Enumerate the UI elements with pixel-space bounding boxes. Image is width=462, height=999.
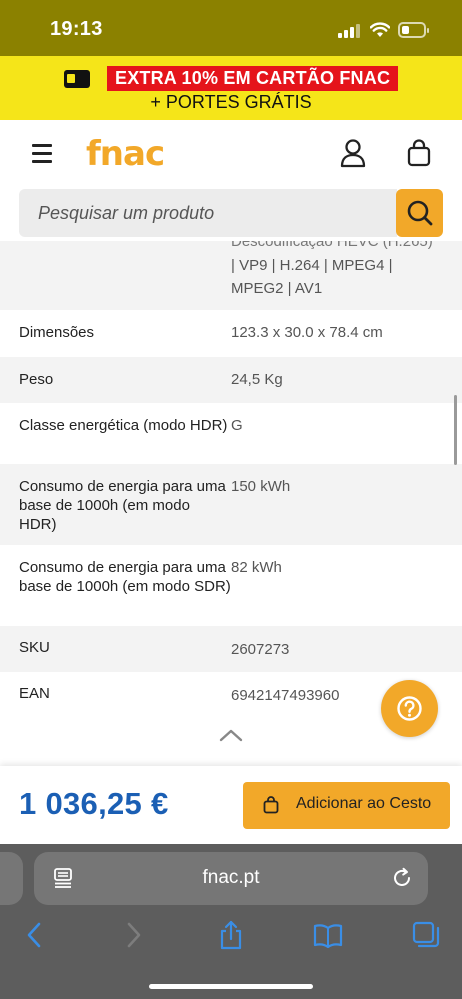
spec-row: SKU 2607273 — [0, 626, 462, 672]
promo-subline: + PORTES GRÁTIS — [150, 92, 312, 112]
spec-row: Consumo de energia para uma base de 1000… — [0, 464, 462, 545]
battery-icon — [398, 22, 429, 38]
spec-row: Consumo de energia para uma base de 1000… — [0, 545, 462, 626]
hamburger-menu-icon[interactable] — [32, 144, 52, 163]
fnac-logo[interactable]: fnac — [86, 136, 182, 172]
spec-label-cut — [130, 241, 230, 244]
spec-row: Descodificação HEVC (H.265) | VP9 | H.26… — [0, 241, 462, 310]
search-bar — [19, 189, 443, 237]
spec-value: G — [231, 417, 243, 434]
status-bar: 19:13 — [0, 0, 462, 56]
spec-label: Consumo de energia para uma base de 1000… — [19, 559, 231, 595]
spec-value: 150 kWh — [231, 478, 291, 495]
spec-label: SKU — [19, 639, 50, 656]
shopping-bag-icon[interactable] — [404, 138, 434, 168]
svg-text:fnac: fnac — [86, 136, 164, 172]
spec-value: | VP9 | H.264 | MPEG4 | MPEG2 | AV1 — [231, 257, 393, 297]
share-icon[interactable] — [216, 920, 246, 950]
spec-label: Consumo de energia para uma base de 1000… — [19, 478, 226, 533]
spec-value: 123.3 x 30.0 x 78.4 cm — [231, 324, 383, 341]
search-input[interactable] — [19, 189, 397, 237]
spec-label: Peso — [19, 371, 54, 388]
search-icon — [407, 200, 433, 226]
fnac-card-icon — [64, 70, 90, 88]
help-button[interactable] — [381, 680, 438, 737]
product-price: 1 036,25 € — [19, 786, 169, 821]
search-button[interactable] — [396, 189, 443, 237]
back-icon[interactable] — [20, 920, 50, 950]
site-header: fnac — [0, 120, 462, 190]
browser-toolbar: fnac.pt — [0, 844, 462, 999]
promo-banner[interactable]: EXTRA 10% EM CARTÃO FNAC + PORTES GRÁTIS — [0, 56, 462, 120]
url-text: fnac.pt — [202, 867, 260, 888]
help-icon — [397, 696, 422, 721]
promo-headline: EXTRA 10% EM CARTÃO FNAC — [107, 66, 399, 91]
page-scrollbar[interactable] — [454, 395, 457, 465]
scroll-to-top-chevron-icon[interactable] — [219, 727, 243, 743]
spec-value-cut: Descodificação HEVC (H.265) — [231, 241, 433, 250]
spec-value: 24,5 Kg — [231, 371, 283, 388]
add-to-cart-button[interactable]: Adicionar ao Cesto — [243, 782, 450, 829]
bookmarks-icon[interactable] — [313, 920, 343, 950]
tabs-icon[interactable] — [411, 920, 441, 950]
reload-icon[interactable] — [390, 866, 414, 890]
home-indicator — [149, 984, 313, 989]
cellular-signal-icon — [338, 24, 360, 38]
address-bar[interactable]: fnac.pt — [34, 852, 428, 905]
status-time: 19:13 — [50, 18, 103, 40]
spec-row: Classe energética (modo HDR) G — [0, 403, 462, 464]
cart-bag-icon — [263, 796, 279, 814]
purchase-bar: 1 036,25 € Adicionar ao Cesto — [0, 766, 462, 844]
spec-label: Classe energética (modo HDR) — [19, 417, 228, 434]
spec-label: Dimensões — [19, 324, 95, 341]
spec-row: Peso 24,5 Kg — [0, 357, 462, 403]
spec-value: 82 kWh — [231, 559, 282, 576]
account-icon[interactable] — [338, 138, 368, 168]
add-to-cart-label: Adicionar ao Cesto — [296, 795, 432, 812]
previous-tab-preview[interactable] — [0, 852, 23, 905]
spec-row: Dimensões 123.3 x 30.0 x 78.4 cm — [0, 310, 462, 357]
wifi-icon — [370, 22, 390, 37]
forward-icon[interactable] — [118, 920, 148, 950]
spec-label: EAN — [19, 685, 50, 702]
spec-value: 2607273 — [231, 641, 290, 658]
